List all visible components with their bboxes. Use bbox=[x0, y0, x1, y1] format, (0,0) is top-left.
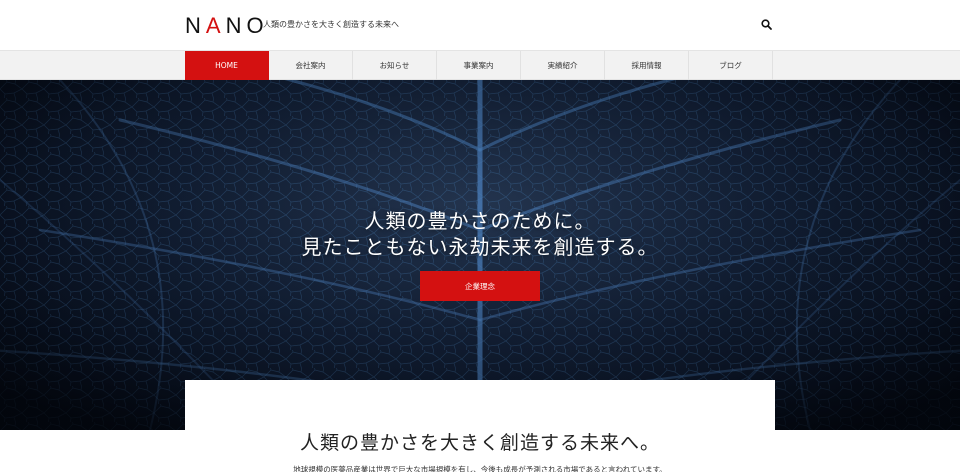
site-tagline: 人類の豊かさを大きく創造する未来へ bbox=[263, 20, 399, 29]
intro-title: 人類の豊かさを大きく創造する未来へ。 bbox=[299, 432, 660, 454]
nav-list: HOME 会社案内 お知らせ 事業案内 実績紹介 採用情報 ブログ bbox=[185, 51, 773, 80]
nav-item-blog[interactable]: ブログ bbox=[689, 51, 773, 80]
nav-item-company[interactable]: 会社案内 bbox=[269, 51, 353, 80]
hero-headline-line2: 見たこともない永劫未来を創造する。 bbox=[301, 235, 659, 259]
nav-item-news[interactable]: お知らせ bbox=[353, 51, 437, 80]
hero-headline-line1: 人類の豊かさのために。 bbox=[364, 209, 596, 233]
hero-headline: 人類の豊かさのために。 見たこともない永劫未来を創造する。 bbox=[0, 208, 960, 260]
search-icon bbox=[761, 19, 772, 30]
site-header: NANO 人類の豊かさを大きく創造する未来へ bbox=[0, 0, 960, 50]
nav-item-works[interactable]: 実績紹介 bbox=[521, 51, 605, 80]
philosophy-button[interactable]: 企業理念 bbox=[420, 271, 540, 301]
search-button[interactable] bbox=[760, 17, 774, 31]
global-nav: HOME 会社案内 お知らせ 事業案内 実績紹介 採用情報 ブログ bbox=[0, 50, 960, 80]
nav-item-recruit[interactable]: 採用情報 bbox=[605, 51, 689, 80]
intro-text: 地球規模の医薬品産業は世界で巨大な市場規模を有し、今後も成長が予測される市場であ… bbox=[293, 465, 667, 472]
nav-item-home[interactable]: HOME bbox=[185, 51, 269, 80]
logo-accent-letter: A bbox=[205, 13, 226, 38]
site-logo[interactable]: NANO bbox=[185, 13, 269, 39]
logo-text: NANO bbox=[185, 13, 269, 38]
intro-card: 人類の豊かさを大きく創造する未来へ。 地球規模の医薬品産業は世界で巨大な市場規模… bbox=[185, 380, 775, 472]
nav-item-business[interactable]: 事業案内 bbox=[437, 51, 521, 80]
hero-section: 人類の豊かさのために。 見たこともない永劫未来を創造する。 企業理念 bbox=[0, 80, 960, 430]
